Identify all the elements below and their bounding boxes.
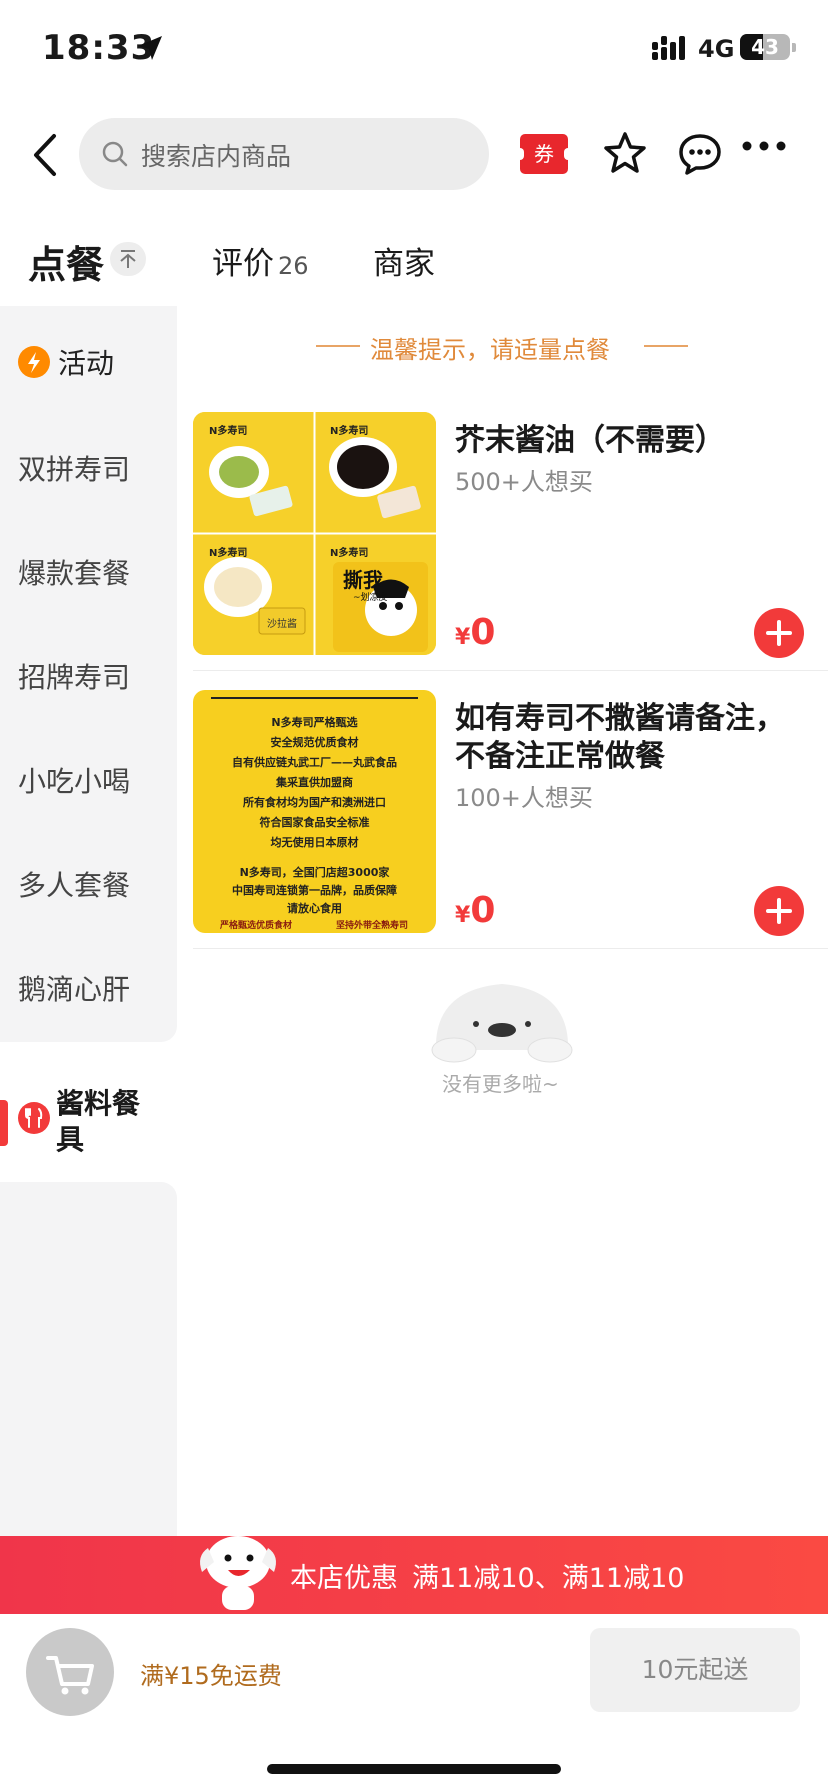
- free-shipping-text: 满¥15免运费: [140, 1662, 282, 1690]
- price-value: 0: [470, 890, 496, 931]
- image-pack-subtext: ~划凉皮~: [353, 593, 396, 603]
- sidebar-selected-label: 酱料餐具: [56, 1087, 141, 1156]
- selected-indicator: [0, 1100, 8, 1146]
- promo-title: 本店优惠: [290, 1563, 398, 1594]
- image-line: 符合国家食品安全标准: [259, 816, 370, 829]
- sidebar-item-group-combo[interactable]: 多人套餐: [18, 864, 130, 904]
- sidebar-item-sauce-utensils[interactable]: 酱料餐具: [0, 1078, 177, 1182]
- image-line: 中国寿司连锁第一品牌，品质保障: [232, 884, 397, 897]
- status-bar: 18:33 4G 43: [0, 0, 828, 100]
- lightning-icon: [18, 346, 50, 378]
- image-line: 安全规范优质食材: [270, 736, 359, 749]
- sidebar-item-double-sushi[interactable]: 双拼寿司: [18, 448, 130, 488]
- product-image-notice: N多寿司严格甄选 安全规范优质食材 自有供应链丸武工厂——丸武食品 集采直供加盟…: [193, 690, 436, 933]
- sidebar-item-goose-liver[interactable]: 鹅滴心肝: [18, 968, 130, 1008]
- tab-review-label: 评价: [212, 246, 274, 282]
- search-placeholder: 搜索店内商品: [141, 142, 292, 171]
- signal-icon: [652, 36, 685, 60]
- review-count: 26: [278, 252, 309, 280]
- tab-review[interactable]: 评价 26: [212, 238, 309, 283]
- add-to-cart-button[interactable]: [754, 608, 804, 658]
- image-line: 请放心食用: [287, 902, 342, 915]
- collapse-up-icon[interactable]: [110, 242, 146, 276]
- price-value: 0: [470, 612, 496, 653]
- battery-icon: 43: [740, 34, 796, 60]
- chat-icon[interactable]: [676, 130, 724, 178]
- empty-mascot-icon: [431, 984, 573, 1063]
- tab-order-label: 点餐: [28, 243, 105, 287]
- promo-detail: 满11减10、满11减10: [412, 1563, 685, 1594]
- add-to-cart-button[interactable]: [754, 886, 804, 936]
- image-pack-text: 撕我: [343, 568, 383, 592]
- joy-dog-mascot-icon: [200, 1536, 276, 1610]
- shopping-cart-icon: [46, 1656, 94, 1695]
- image-sauce-label: 沙拉酱: [267, 619, 297, 630]
- cart-button[interactable]: [26, 1628, 114, 1716]
- home-indicator: [267, 1764, 561, 1774]
- image-line: 集采直供加盟商: [276, 776, 353, 789]
- utensils-icon: [18, 1102, 50, 1134]
- product-divider: [193, 670, 828, 671]
- image-line: 均无使用日本原材: [270, 836, 359, 849]
- price-currency: ¥: [455, 903, 471, 928]
- product-sales: 100+人想买: [455, 784, 593, 812]
- price-currency: ¥: [455, 625, 471, 650]
- order-tip: 温馨提示，请适量点餐: [370, 336, 610, 364]
- promo-banner[interactable]: 本店优惠 满11减10、满11减10: [0, 1536, 828, 1614]
- image-badge-right: 坚持外带全熟寿司: [335, 921, 408, 931]
- search-bar[interactable]: 搜索店内商品: [79, 118, 489, 190]
- image-line: 自有供应链丸武工厂——丸武食品: [232, 756, 397, 769]
- battery-level: 43: [751, 35, 779, 59]
- search-icon: [102, 141, 128, 167]
- sidebar-item-label: 活动: [58, 347, 115, 380]
- tab-merchant-label: 商家: [373, 246, 435, 282]
- image-brand-1: N多寿司: [209, 426, 248, 437]
- sidebar-item-activity[interactable]: 活动: [18, 342, 114, 382]
- promo-text: 本店优惠 满11减10、满11减10: [290, 1556, 684, 1595]
- product-image-wasabi-soy: N多寿司 N多寿司 N多寿司 N多寿司 撕我 ~划凉皮~ 沙拉酱: [193, 412, 436, 655]
- network-type: 4G: [698, 35, 735, 63]
- tab-merchant[interactable]: 商家: [373, 238, 435, 283]
- tab-order[interactable]: 点餐: [24, 234, 109, 289]
- product-price: ¥0: [455, 612, 495, 653]
- product-divider: [193, 948, 828, 949]
- no-more-text: 没有更多啦~: [442, 1072, 559, 1096]
- image-line: 所有食材均为国产和澳洲进口: [243, 796, 386, 809]
- product-sales: 500+人想买: [455, 468, 593, 496]
- tip-divider-right: [644, 345, 688, 347]
- coupon-button[interactable]: 券: [516, 134, 572, 174]
- image-brand-4: N多寿司: [330, 548, 369, 559]
- sidebar-item-signature-sushi[interactable]: 招牌寿司: [18, 656, 130, 696]
- image-line: N多寿司严格甄选: [271, 716, 358, 729]
- image-brand-3: N多寿司: [209, 548, 248, 559]
- min-order-button[interactable]: 10元起送: [590, 1628, 800, 1712]
- category-sidebar: 活动 双拼寿司 爆款套餐 招牌寿司 小吃小喝 多人套餐 鹅滴心肝 酱料餐具: [0, 306, 177, 1536]
- image-badge-left: 严格甄选优质食材: [219, 921, 292, 931]
- more-options-icon[interactable]: [742, 140, 786, 152]
- image-top-rule: [211, 697, 418, 699]
- image-line: N多寿司，全国门店超3000家: [239, 866, 390, 879]
- image-brand-2: N多寿司: [330, 426, 369, 437]
- favorite-star-icon[interactable]: [601, 130, 649, 178]
- location-arrow-icon: [138, 36, 162, 60]
- sidebar-item-snacks-drinks[interactable]: 小吃小喝: [18, 760, 130, 800]
- product-photo-wasabi-soy: [193, 412, 436, 655]
- product-name: 芥末酱油（不需要）: [455, 423, 725, 458]
- product-name: 如有寿司不撒酱请备注，不备注正常做餐: [455, 701, 785, 774]
- sidebar-item-hot-combo[interactable]: 爆款套餐: [18, 552, 130, 592]
- product-price: ¥0: [455, 890, 495, 931]
- tip-divider-left: [316, 345, 360, 347]
- back-arrow-icon[interactable]: [26, 130, 66, 180]
